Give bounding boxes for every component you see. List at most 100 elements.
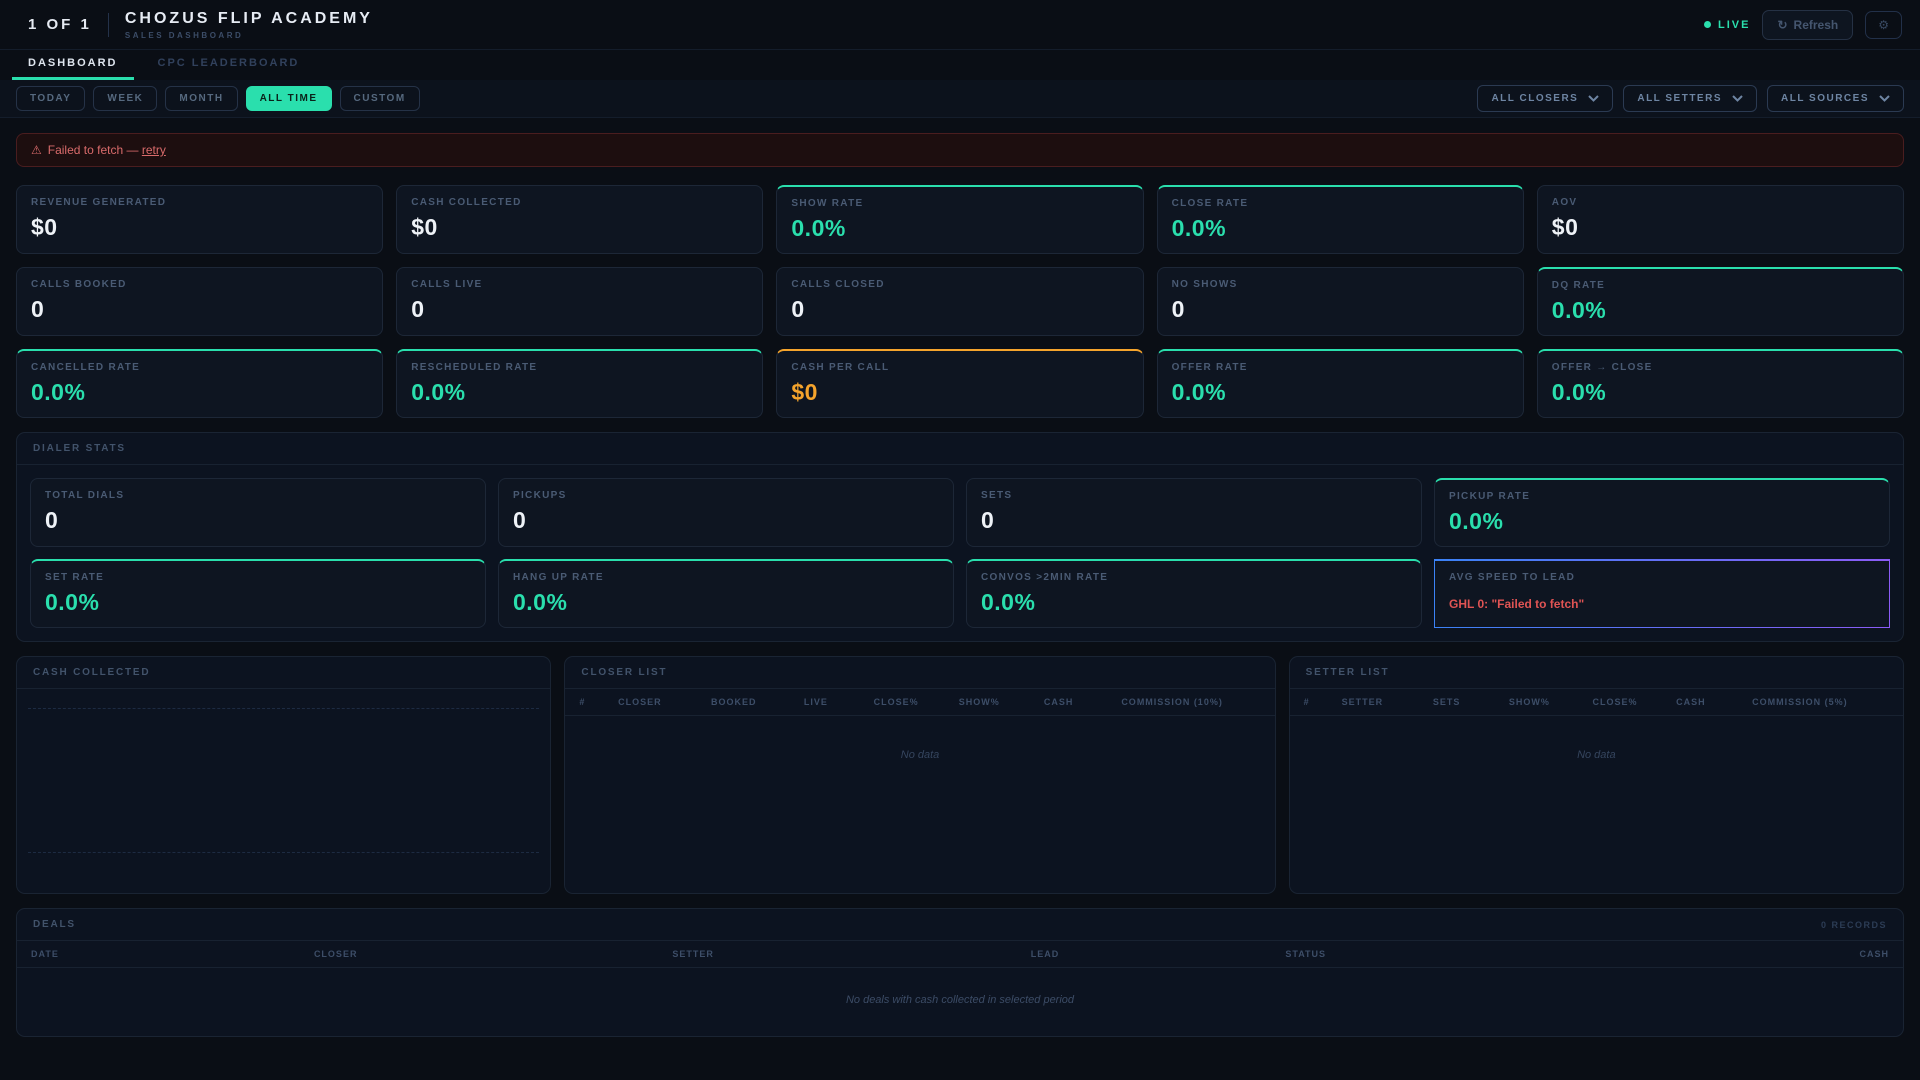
dialer-value: 0: [513, 507, 527, 533]
kpi-card-calls-closed: CALLS CLOSED 0: [776, 267, 1144, 336]
setters-filter-dropdown[interactable]: ALL SETTERS: [1623, 85, 1757, 112]
range-today-button[interactable]: TODAY: [16, 86, 86, 111]
kpi-value: $0: [411, 214, 438, 240]
kpi-value: 0: [1171, 296, 1185, 322]
refresh-icon: ↻: [1777, 17, 1788, 32]
column-header: BOOKED: [711, 697, 757, 707]
tab-bar: DASHBOARD CPC LEADERBOARD: [0, 50, 1920, 80]
dialer-card-total-dials: TOTAL DIALS 0: [30, 478, 486, 547]
dialer-error-text: GHL 0: "Failed to fetch": [1449, 597, 1585, 611]
closer-list-title: CLOSER LIST: [581, 667, 668, 678]
dialer-card-set-rate: SET RATE 0.0%: [30, 559, 486, 628]
gear-icon: ⚙: [1878, 17, 1889, 32]
refresh-label: Refresh: [1793, 17, 1839, 32]
tab-dashboard[interactable]: DASHBOARD: [12, 51, 134, 80]
dialer-card-convos-rate: CONVOS >2MIN RATE 0.0%: [966, 559, 1422, 628]
column-header: CASH: [1043, 697, 1074, 707]
refresh-button[interactable]: ↻ Refresh: [1762, 9, 1854, 40]
sources-filter-dropdown[interactable]: ALL SOURCES: [1767, 85, 1904, 112]
header-divider: [107, 12, 109, 37]
kpi-card-close-rate: CLOSE RATE 0.0%: [1156, 185, 1524, 254]
error-banner: ⚠ Failed to fetch — retry: [16, 133, 1904, 167]
column-header: CLOSE%: [1592, 697, 1638, 707]
kpi-card-show-rate: SHOW RATE 0.0%: [776, 185, 1144, 254]
range-week-button[interactable]: WEEK: [93, 86, 158, 111]
chevron-down-icon: [1588, 95, 1600, 102]
kpi-card-aov: AOV $0: [1536, 185, 1904, 254]
kpi-card-dq-rate: DQ RATE 0.0%: [1536, 267, 1904, 336]
date-range-group: TODAY WEEK MONTH ALL TIME CUSTOM: [16, 86, 420, 111]
dialer-value: 0.0%: [981, 589, 1036, 615]
deals-header: DEALS 0 RECORDS: [17, 909, 1903, 941]
settings-button[interactable]: ⚙: [1865, 10, 1902, 39]
page-title: CHOZUS FLIP ACADEMY: [124, 9, 373, 27]
kpi-card-offer-rate: OFFER RATE 0.0%: [1156, 349, 1524, 418]
filter-dropdowns: ALL CLOSERS ALL SETTERS ALL SOURCES: [1477, 85, 1904, 112]
column-header: CLOSER: [313, 949, 358, 959]
live-label: LIVE: [1718, 18, 1751, 31]
error-text: Failed to fetch —: [47, 143, 139, 157]
kpi-value: 0.0%: [31, 379, 86, 405]
closer-empty-state: No data: [900, 749, 940, 761]
closers-filter-label: ALL CLOSERS: [1491, 93, 1579, 104]
dialer-stats-title: DIALER STATS: [33, 443, 126, 454]
setter-list-panel: SETTER LIST # SETTER SETS SHOW% CLOSE% C…: [1288, 656, 1904, 894]
dialer-value: 0: [45, 507, 59, 533]
chart-gridline: [28, 851, 540, 853]
dialer-card-pickup-rate: PICKUP RATE 0.0%: [1434, 478, 1890, 547]
kpi-card-cash-per-call: CASH PER CALL $0: [776, 349, 1144, 418]
dialer-card-avg-speed-to-lead: AVG SPEED TO LEAD GHL 0: "Failed to fetc…: [1434, 559, 1890, 628]
column-header: COMMISSION (5%): [1752, 697, 1848, 707]
column-header: LEAD: [1030, 949, 1060, 959]
cash-collected-panel: CASH COLLECTED: [16, 656, 552, 894]
closer-list-panel: CLOSER LIST # CLOSER BOOKED LIVE CLOSE% …: [564, 656, 1276, 894]
setter-list-title: SETTER LIST: [1305, 667, 1390, 678]
setter-list-header: SETTER LIST: [1289, 657, 1903, 689]
dialer-stats-panel: DIALER STATS TOTAL DIALS 0 PICKUPS 0 SET…: [16, 432, 1904, 642]
filter-bar: TODAY WEEK MONTH ALL TIME CUSTOM ALL CLO…: [0, 80, 1920, 118]
live-dot-icon: [1704, 21, 1712, 28]
dialer-value: 0.0%: [1449, 508, 1504, 534]
kpi-value: 0.0%: [1171, 215, 1227, 241]
deals-panel: DEALS 0 RECORDS DATE CLOSER SETTER LEAD …: [16, 908, 1904, 1037]
column-header: #: [579, 697, 586, 707]
column-header: SETS: [1432, 697, 1461, 707]
kpi-value: 0: [411, 296, 425, 322]
kpi-card-calls-live: CALLS LIVE 0: [396, 267, 764, 336]
kpi-card-revenue-generated: REVENUE GENERATED $0: [16, 185, 384, 254]
dialer-card-pickups: PICKUPS 0: [498, 478, 954, 547]
deals-record-count: 0 RECORDS: [1820, 919, 1887, 930]
column-header: SHOW%: [958, 697, 1000, 707]
kpi-value: $0: [31, 214, 58, 240]
chart-gridline: [28, 708, 540, 710]
tab-cpc-leaderboard[interactable]: CPC LEADERBOARD: [142, 51, 316, 80]
dialer-value: 0.0%: [513, 589, 568, 615]
column-header: DATE: [31, 949, 59, 959]
deals-table-header: DATE CLOSER SETTER LEAD STATUS CASH: [17, 941, 1903, 968]
top-bar: 1 OF 1 CHOZUS FLIP ACADEMY SALES DASHBOA…: [0, 0, 1920, 50]
dialer-stats-header: DIALER STATS: [17, 433, 1903, 465]
column-header: LIVE: [803, 697, 828, 707]
range-all-time-button[interactable]: ALL TIME: [245, 86, 332, 111]
closer-list-header: CLOSER LIST: [565, 657, 1275, 689]
column-header: CASH: [1859, 949, 1889, 959]
retry-link[interactable]: retry: [142, 143, 166, 157]
sources-filter-label: ALL SOURCES: [1781, 93, 1869, 104]
range-month-button[interactable]: MONTH: [165, 86, 238, 111]
bottom-panels: CASH COLLECTED CLOSER LIST # CLOSER BOOK…: [16, 656, 1904, 894]
kpi-value: 0.0%: [1171, 379, 1227, 405]
title-block: CHOZUS FLIP ACADEMY SALES DASHBOARD: [125, 10, 373, 40]
kpi-grid: REVENUE GENERATED $0 CASH COLLECTED $0 S…: [16, 185, 1904, 418]
deals-title: DEALS: [33, 919, 76, 930]
header-actions: LIVE ↻ Refresh ⚙: [1704, 9, 1902, 40]
setter-empty-state: No data: [1577, 749, 1616, 761]
dialer-stats-grid: TOTAL DIALS 0 PICKUPS 0 SETS 0 PICKUP RA…: [17, 465, 1903, 641]
live-status-badge: LIVE: [1704, 19, 1750, 31]
column-header: STATUS: [1285, 949, 1327, 959]
cash-collected-title: CASH COLLECTED: [33, 667, 151, 678]
range-custom-button[interactable]: CUSTOM: [339, 86, 420, 111]
dialer-card-hang-up-rate: HANG UP RATE 0.0%: [498, 559, 954, 628]
dialer-value: 0: [981, 507, 995, 533]
kpi-card-offer-close: OFFER → CLOSE 0.0%: [1536, 349, 1904, 418]
closers-filter-dropdown[interactable]: ALL CLOSERS: [1477, 85, 1614, 112]
